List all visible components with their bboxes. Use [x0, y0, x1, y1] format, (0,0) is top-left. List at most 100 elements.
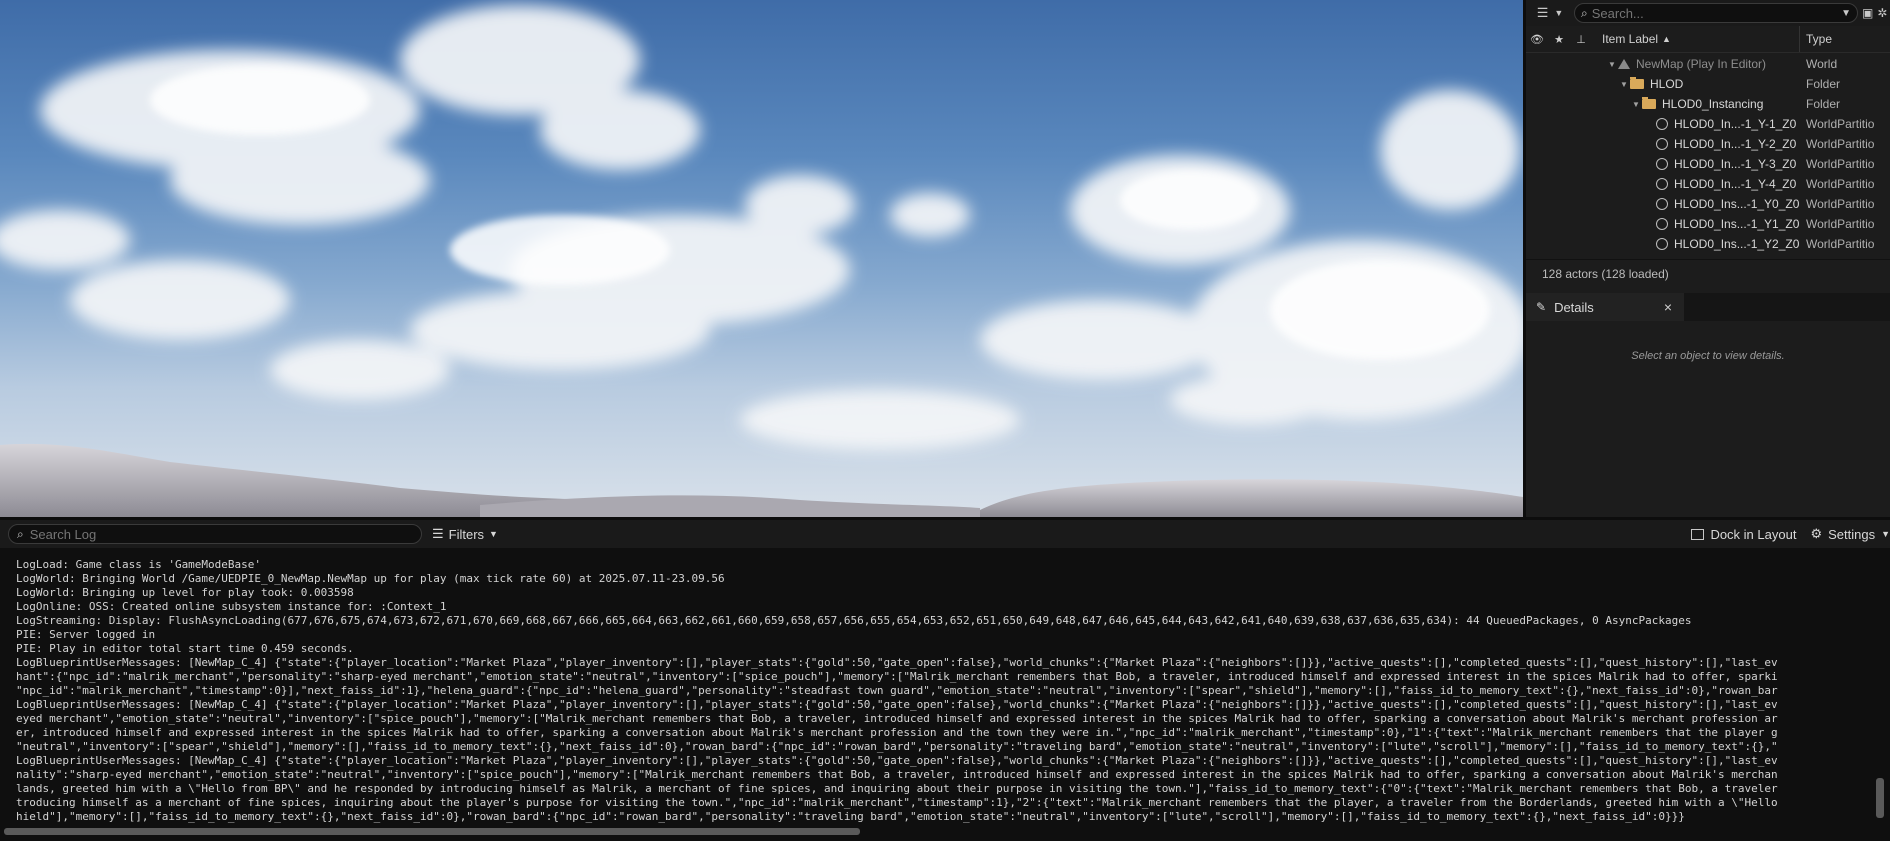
tree-row-label: HLOD0_In...-1_Y-3_Z0	[1674, 157, 1797, 171]
search-icon: ⌕	[17, 526, 24, 541]
log-line: LogStreaming: Display: FlushAsyncLoading…	[16, 614, 1692, 627]
tree-row-label: HLOD0_In...-1_Y-2_Z0	[1674, 137, 1797, 151]
chevron-down-icon: ▼	[489, 529, 498, 539]
tree-row-label: HLOD0_In...-1_Y-4_Z0	[1674, 177, 1797, 191]
scrollbar-thumb[interactable]	[4, 828, 860, 835]
tree-row-type: Folder	[1806, 97, 1841, 111]
filter-icon: ☰	[1536, 5, 1549, 20]
tree-row-label: HLOD0_Instancing	[1662, 97, 1764, 111]
tree-row-label: HLOD0_Ins...-1_Y2_Z0	[1674, 237, 1800, 251]
settings-button[interactable]: ⚙ Settings ▼	[1810, 526, 1890, 542]
log-toolbar-right: Dock in Layout ⚙ Settings ▼	[1691, 520, 1890, 548]
log-line: LogLoad: Game class is 'GameModeBase'	[16, 558, 262, 571]
hlod-actor-icon	[1656, 118, 1668, 130]
hlod-actor-icon	[1656, 198, 1668, 210]
chevron-down-icon[interactable]: ▼	[1841, 8, 1851, 19]
log-filters-button[interactable]: ☰ Filters ▼	[432, 526, 498, 542]
world-outliner: ☰ ▼ ⌕ ▼ ▣ ✲ 👁 ★ ⊥ Item Label ▲ Type ▼ Ne…	[1526, 0, 1890, 517]
tree-row-label: HLOD0_Ins...-1_Y0_Z0	[1674, 197, 1800, 211]
dock-in-layout-button[interactable]: Dock in Layout	[1691, 527, 1796, 542]
pencil-icon: ✎	[1536, 300, 1547, 314]
hlod-actor-icon	[1656, 218, 1668, 230]
level-viewport[interactable]	[0, 0, 1523, 517]
outliner-filter-button[interactable]: ☰ ▼	[1526, 5, 1574, 21]
log-search-box[interactable]: ⌕	[8, 524, 422, 544]
tree-row-hlod-actor[interactable]: HLOD0_Ins...-1_Y0_Z0 WorldPartitio	[1526, 194, 1890, 214]
tree-row-label: HLOD0_In...-1_Y-1_Z0	[1674, 117, 1797, 131]
log-filters-label: Filters	[448, 526, 485, 542]
expand-arrow-icon[interactable]: ▼	[1630, 100, 1642, 109]
tree-row-hlod-folder[interactable]: ▼ HLOD Folder	[1526, 74, 1890, 94]
chevron-down-icon: ▼	[1881, 529, 1890, 539]
tab-details-label: Details	[1554, 299, 1594, 315]
log-line: eyed merchant","emotion_state":"neutral"…	[16, 712, 1778, 725]
log-line: LogBlueprintUserMessages: [NewMap_C_4] {…	[16, 754, 1778, 767]
tree-row-type: WorldPartitio	[1806, 137, 1875, 151]
dock-icon	[1691, 528, 1705, 540]
map-icon	[1618, 59, 1630, 69]
sky-scene	[0, 5, 1523, 517]
log-line: troducing himself as a merchant of fine …	[16, 796, 1778, 809]
settings-label: Settings	[1828, 526, 1876, 542]
folder-icon	[1630, 77, 1644, 89]
tree-row-hlod-actor[interactable]: HLOD0_In...-1_Y-3_Z0 WorldPartitio	[1526, 154, 1890, 174]
tree-row-type: World	[1806, 57, 1838, 71]
tree-row-hlod-actor[interactable]: HLOD0_Ins...-1_Y1_Z0 WorldPartitio	[1526, 214, 1890, 234]
tree-row-type: WorldPartitio	[1806, 157, 1875, 171]
tree-row-type: WorldPartitio	[1806, 197, 1875, 211]
column-type[interactable]: Type	[1799, 26, 1890, 52]
log-line: LogWorld: Bringing up level for play too…	[16, 586, 354, 599]
log-line: LogBlueprintUserMessages: [NewMap_C_4] {…	[16, 656, 1778, 669]
outliner-search-input[interactable]	[1587, 5, 1842, 21]
column-item-label[interactable]: Item Label ▲	[1592, 32, 1799, 46]
outliner-status-bar: 128 actors (128 loaded)	[1526, 259, 1890, 287]
tree-row-hlod-actor[interactable]: HLOD0_In...-1_Y-2_Z0 WorldPartitio	[1526, 134, 1890, 154]
log-search-input[interactable]	[23, 525, 421, 543]
dock-in-layout-label: Dock in Layout	[1710, 526, 1797, 542]
details-empty-message: Select an object to view details.	[1631, 350, 1785, 362]
close-icon[interactable]: ×	[1664, 299, 1672, 315]
outliner-tree: ▼ NewMap (Play In Editor) World ▼ HLOD F…	[1526, 53, 1890, 254]
log-line: LogOnline: OSS: Created online subsystem…	[16, 600, 447, 613]
tree-row-newmap[interactable]: ▼ NewMap (Play In Editor) World	[1526, 54, 1890, 74]
hlod-actor-icon	[1656, 178, 1668, 190]
tree-row-hlod-actor[interactable]: HLOD0_In...-1_Y-4_Z0 WorldPartitio	[1526, 174, 1890, 194]
tree-row-type: WorldPartitio	[1806, 217, 1875, 231]
log-vertical-scrollbar[interactable]	[1876, 778, 1884, 818]
star-icon[interactable]: ★	[1548, 33, 1570, 46]
column-item-label-text: Item Label	[1602, 32, 1659, 46]
tab-details[interactable]: ✎ Details ×	[1526, 293, 1684, 321]
log-line: LogWorld: Bringing World /Game/UEDPIE_0_…	[16, 572, 725, 585]
eye-icon[interactable]: 👁	[1526, 33, 1548, 46]
log-line: "npc_id":"malrik_merchant","timestamp":0…	[16, 684, 1778, 697]
log-line: nality":"sharp-eyed merchant","emotion_s…	[16, 768, 1778, 781]
log-horizontal-scrollbar[interactable]	[0, 828, 1890, 835]
log-toolbar: ⌕ ☰ Filters ▼ Dock in Layout ⚙ Settings …	[0, 520, 1890, 548]
column-type-text: Type	[1806, 32, 1833, 46]
chevron-down-icon: ▼	[1554, 8, 1564, 18]
hlod-actor-icon	[1656, 158, 1668, 170]
log-line: "neutral","inventory":["spear","shield"]…	[16, 740, 1778, 753]
tree-row-hlod0-instancing-folder[interactable]: ▼ HLOD0_Instancing Folder	[1526, 94, 1890, 114]
log-output[interactable]: LogLoad: Game class is 'GameModeBase' Log…	[0, 548, 1890, 841]
log-line: LogBlueprintUserMessages: [NewMap_C_4] {…	[16, 698, 1778, 711]
gear-icon[interactable]: ✲	[1877, 6, 1887, 20]
log-line: er, introduced himself and expressed int…	[16, 726, 1778, 739]
expand-arrow-icon[interactable]: ▼	[1618, 80, 1630, 89]
tree-row-label: NewMap (Play In Editor)	[1636, 57, 1767, 71]
add-folder-icon[interactable]: ▣	[1862, 6, 1873, 20]
details-panel: Select an object to view details.	[1526, 321, 1890, 517]
outliner-tools: ▣ ✲	[1858, 6, 1890, 20]
expand-arrow-icon[interactable]: ▼	[1606, 60, 1618, 69]
tree-row-hlod-actor[interactable]: HLOD0_Ins...-1_Y2_Z0 WorldPartitio	[1526, 234, 1890, 254]
log-line: hield"],"memory":[],"faiss_id_to_memory_…	[16, 810, 1685, 823]
tree-row-type: WorldPartitio	[1806, 237, 1875, 251]
gear-icon: ⚙	[1810, 526, 1823, 541]
tree-row-type: WorldPartitio	[1806, 177, 1875, 191]
hlod-actor-icon	[1656, 238, 1668, 250]
outliner-search-box[interactable]: ⌕ ▼	[1574, 3, 1858, 23]
tree-row-hlod-actor[interactable]: HLOD0_In...-1_Y-1_Z0 WorldPartitio	[1526, 114, 1890, 134]
tree-row-type: WorldPartitio	[1806, 117, 1875, 131]
outliner-toolbar: ☰ ▼ ⌕ ▼ ▣ ✲	[1526, 0, 1890, 26]
pin-icon[interactable]: ⊥	[1570, 33, 1592, 46]
